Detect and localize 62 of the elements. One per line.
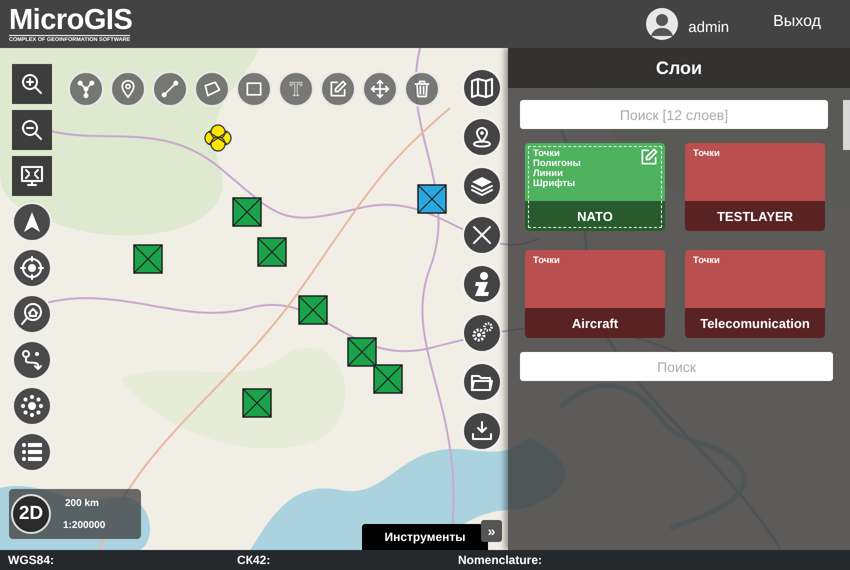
user-name: admin bbox=[688, 18, 730, 36]
folded-map-icon bbox=[470, 76, 494, 100]
layer-type-label: Шрифты bbox=[533, 179, 576, 189]
cluster-icon bbox=[20, 394, 44, 418]
fullscreen-button[interactable] bbox=[12, 156, 52, 196]
scale-distance: 200 km bbox=[65, 498, 100, 508]
layer-type-label: Точки bbox=[533, 256, 560, 266]
view-mode-button[interactable]: 2D bbox=[11, 494, 51, 534]
square-marker-icon[interactable] bbox=[347, 337, 377, 367]
magnifier-plus-icon bbox=[20, 72, 44, 96]
layer-name: Aircraft bbox=[525, 308, 665, 338]
edit-icon bbox=[639, 147, 659, 167]
expand-button[interactable]: » bbox=[481, 520, 502, 542]
scrollbar-thumb[interactable] bbox=[843, 100, 850, 150]
layer-card[interactable]: Точки Aircraft bbox=[525, 250, 665, 338]
target-icon bbox=[20, 256, 44, 280]
square-marker-icon[interactable] bbox=[298, 295, 328, 325]
square-marker-icon[interactable] bbox=[257, 237, 287, 267]
download-icon bbox=[470, 419, 494, 443]
magnifier-minus-icon bbox=[20, 118, 44, 142]
status-label: СК42: bbox=[237, 553, 272, 567]
square-marker-icon[interactable] bbox=[242, 388, 272, 418]
logo: MicroGIS bbox=[9, 5, 132, 35]
monitor-icon bbox=[20, 164, 44, 188]
list-icon bbox=[20, 440, 44, 464]
zoom-out-button[interactable] bbox=[12, 110, 52, 150]
layer-card[interactable]: Точки Telecomunication bbox=[685, 250, 825, 338]
layer-name: NATO bbox=[525, 201, 665, 231]
square-marker-icon[interactable] bbox=[417, 184, 447, 214]
square-marker-icon[interactable] bbox=[373, 364, 403, 394]
magnifier-house-icon bbox=[20, 302, 44, 326]
layer-type-label: Полигоны bbox=[533, 159, 581, 169]
status-label: Nomenclature: bbox=[458, 553, 542, 567]
square-marker-icon[interactable] bbox=[232, 197, 262, 227]
layer-card[interactable]: Точки TESTLAYER bbox=[685, 143, 825, 231]
quatrefoil-marker-icon[interactable] bbox=[203, 123, 233, 153]
layer-name: Telecomunication bbox=[685, 308, 825, 338]
layer-type-label: Точки bbox=[533, 149, 561, 159]
layer-name: TESTLAYER bbox=[685, 201, 825, 231]
layer-type-label: Точки bbox=[693, 149, 720, 159]
avatar-icon bbox=[646, 8, 678, 40]
layer-type-label: Точки bbox=[693, 256, 720, 266]
tools-tab[interactable]: Инструменты bbox=[362, 524, 488, 550]
location-pin-icon bbox=[470, 125, 494, 149]
status-label: WGS84: bbox=[8, 553, 56, 567]
polygon-icon bbox=[202, 79, 222, 99]
connected-nodes-icon bbox=[76, 79, 96, 99]
zoom-in-button[interactable] bbox=[12, 64, 52, 104]
move-arrows-icon bbox=[370, 79, 390, 99]
trash-icon bbox=[412, 79, 432, 99]
layer-search-field[interactable]: Поиск [12 слоев] bbox=[520, 100, 828, 129]
layers-icon bbox=[470, 174, 494, 198]
search-field[interactable]: Поиск bbox=[520, 352, 833, 381]
scale-ratio: 1:200000 bbox=[63, 520, 106, 530]
line-segment-icon bbox=[160, 79, 180, 99]
square-marker-icon[interactable] bbox=[133, 244, 163, 274]
panel-title: Слои bbox=[508, 48, 850, 88]
edit-icon bbox=[328, 79, 348, 99]
route-icon bbox=[20, 348, 44, 372]
layer-card[interactable]: Точки Полигоны Линии Шрифты NATO bbox=[525, 143, 665, 231]
layer-type-label: Линии bbox=[533, 169, 564, 179]
logout-link[interactable]: Выход bbox=[773, 13, 821, 35]
